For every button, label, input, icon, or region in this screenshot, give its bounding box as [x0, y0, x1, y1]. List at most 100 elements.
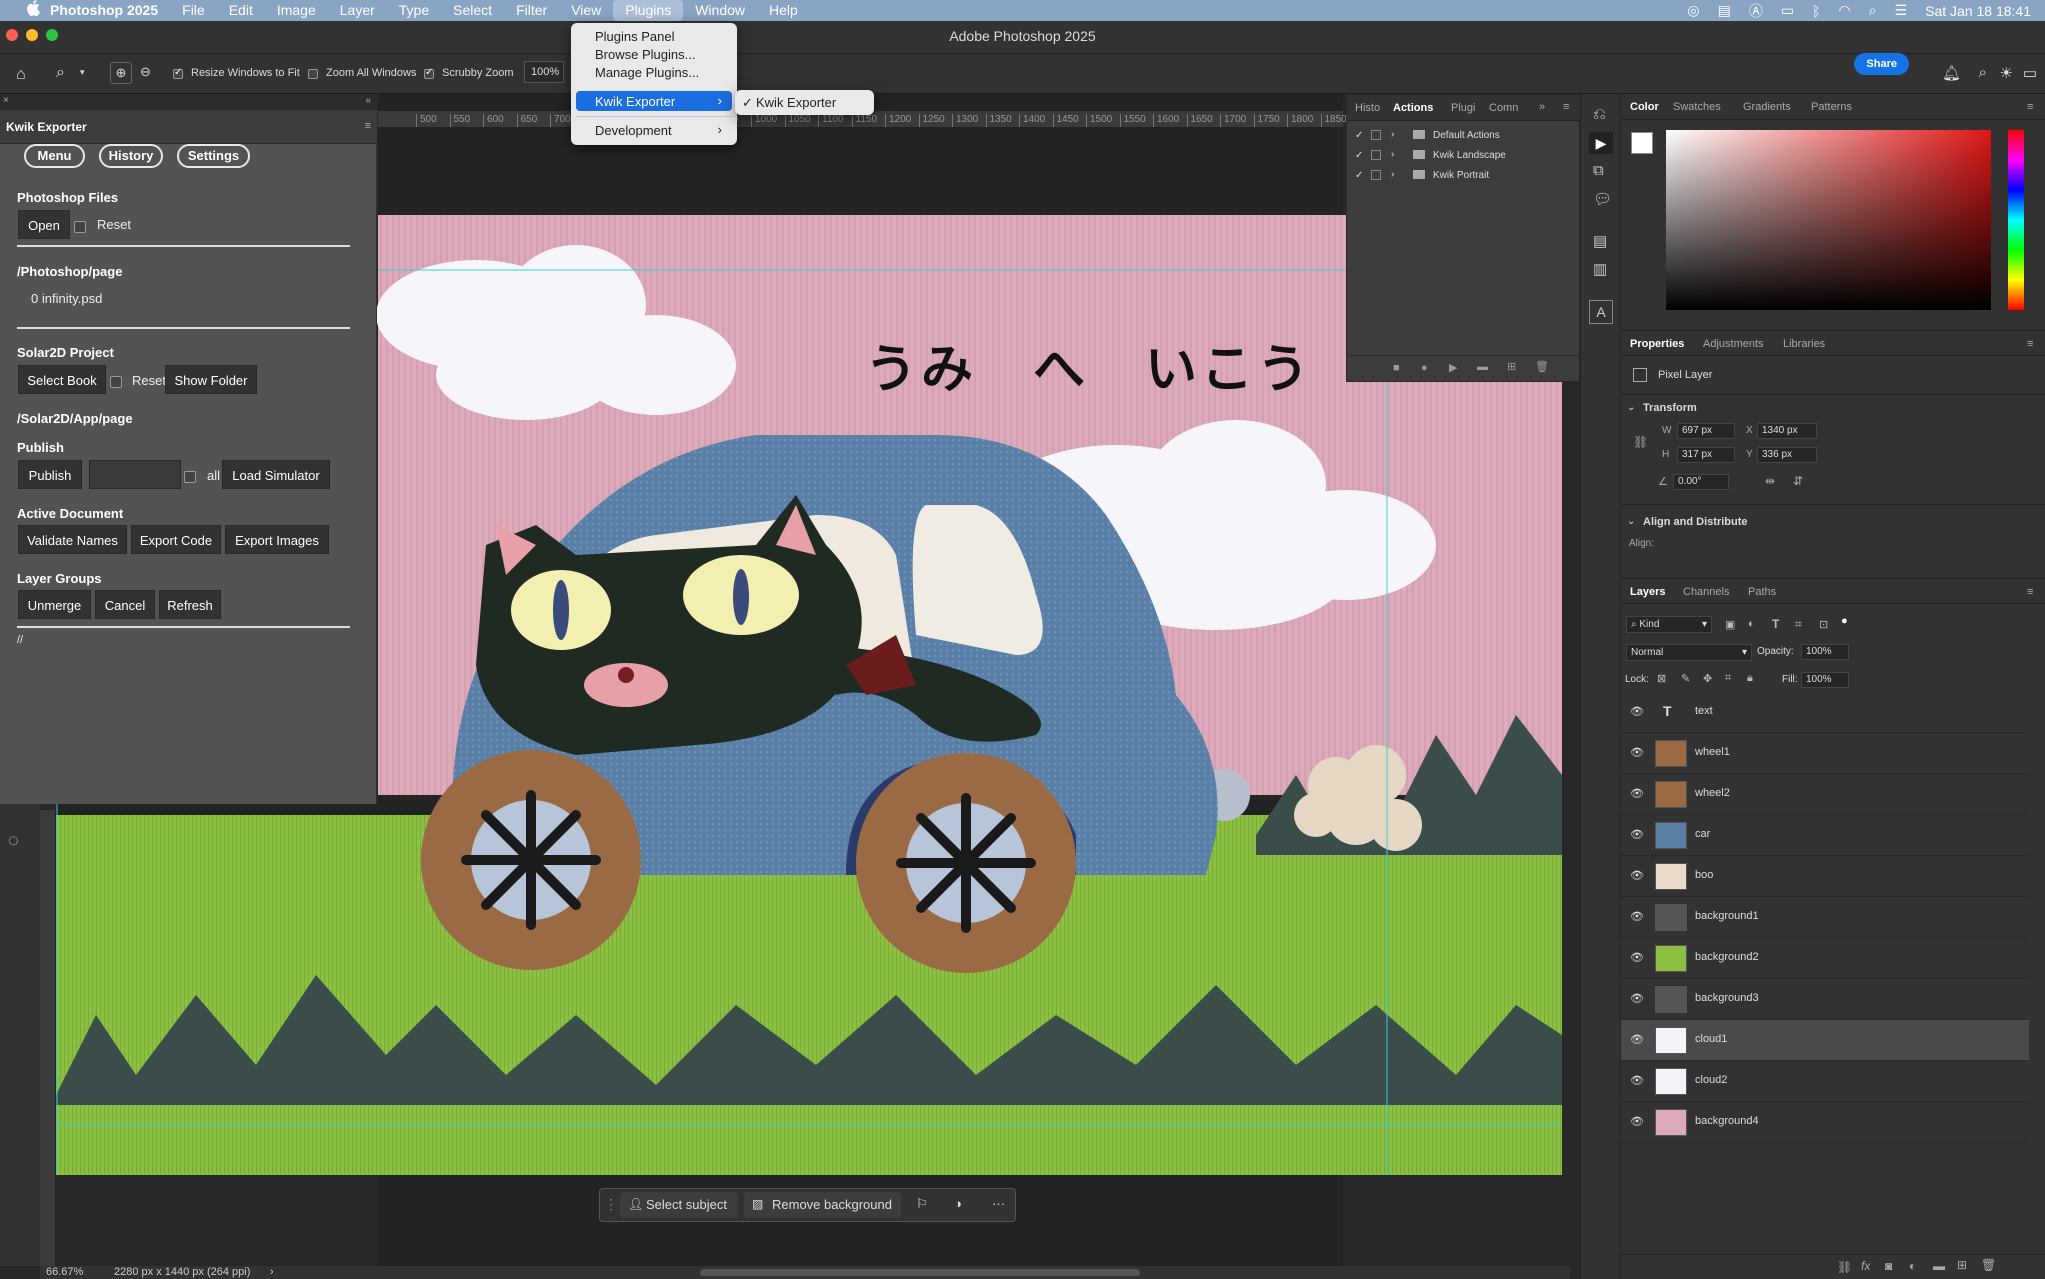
tab-plugins[interactable]: Plugi: [1451, 102, 1475, 114]
tab-swatches[interactable]: Swatches: [1673, 101, 1721, 113]
layer-filter-kind[interactable]: ⌕ Kind ▾: [1626, 616, 1712, 633]
chevron-down-icon[interactable]: ⌄: [1627, 402, 1635, 413]
dialog-toggle-icon[interactable]: [1371, 170, 1381, 180]
visibility-eye-icon[interactable]: 👁︎: [1630, 1115, 1644, 1129]
toggle-check-icon[interactable]: ✓: [1355, 150, 1363, 161]
apple-icon[interactable]: [14, 0, 40, 21]
layer-row[interactable]: 👁︎ cloud1: [1621, 1020, 2029, 1061]
panel-menu-icon[interactable]: ≡: [1563, 101, 1569, 113]
visibility-eye-icon[interactable]: 👁︎: [1630, 705, 1644, 719]
trash-icon[interactable]: 🗑︎: [1535, 360, 1549, 373]
development-menu-item[interactable]: Development ›: [576, 120, 732, 140]
panel-menu-icon[interactable]: ≡: [365, 120, 371, 132]
input-source-icon[interactable]: Ⓐ: [1749, 1, 1763, 21]
validate-names-button[interactable]: Validate Names: [18, 525, 127, 554]
history-panel-icon[interactable]: ⎌: [1593, 106, 1606, 124]
tab-properties[interactable]: Properties: [1630, 338, 1684, 350]
action-set-row[interactable]: ✓ › Kwik Portrait: [1347, 167, 1581, 187]
tab-paths[interactable]: Paths: [1748, 586, 1776, 598]
visibility-eye-icon[interactable]: 👁︎: [1630, 910, 1644, 924]
menu-view[interactable]: View: [559, 0, 613, 21]
new-set-folder-icon[interactable]: ▬: [1477, 361, 1488, 373]
new-action-icon[interactable]: ⊞: [1507, 360, 1516, 373]
menu-help[interactable]: Help: [757, 0, 810, 21]
expand-chevron-icon[interactable]: ›: [1391, 129, 1394, 140]
select-book-button[interactable]: Select Book: [18, 365, 106, 394]
tab-adjustments[interactable]: Adjustments: [1703, 338, 1764, 350]
toggle-check-icon[interactable]: ✓: [1355, 170, 1363, 181]
mask-icon[interactable]: ⚐: [916, 1196, 928, 1212]
kwik-exporter-submenu-item[interactable]: Kwik Exporter: [756, 95, 836, 110]
home-icon[interactable]: ⌂: [16, 66, 26, 84]
properties-panel-icon[interactable]: ▤: [1593, 232, 1607, 250]
plugins-panel-menu-item[interactable]: Plugins Panel: [595, 29, 675, 44]
actions-panel-icon[interactable]: ▶: [1589, 132, 1613, 154]
kwik-exporter-tab[interactable]: Kwik Exporter ≡: [0, 110, 377, 144]
tab-color[interactable]: Color: [1630, 101, 1659, 113]
load-simulator-button[interactable]: Load Simulator: [222, 460, 330, 489]
layer-row[interactable]: 👁︎ Ttext: [1621, 692, 2029, 733]
wifi-icon[interactable]: ◠: [1839, 2, 1851, 19]
layer-row[interactable]: 👁︎ car: [1621, 815, 2029, 856]
angle-field[interactable]: 0.00°: [1673, 474, 1729, 490]
workspace-icon[interactable]: ▭: [2023, 64, 2037, 82]
tab-layers[interactable]: Layers: [1630, 586, 1665, 598]
fx-icon[interactable]: fx: [1861, 1259, 1870, 1273]
discover-icon[interactable]: ☀︎: [2000, 64, 2013, 82]
zoom-all-checkbox[interactable]: [308, 68, 318, 80]
tab-channels[interactable]: Channels: [1683, 586, 1729, 598]
filter-shape-icon[interactable]: ⌗: [1795, 617, 1802, 632]
battery-icon[interactable]: ▭: [1781, 2, 1794, 19]
zoom-tool-icon[interactable]: ⌕: [56, 64, 65, 82]
notification-bell-icon[interactable]: 🔔︎: [1942, 64, 1961, 82]
flip-vertical-icon[interactable]: ⇵: [1793, 474, 1803, 488]
hue-slider[interactable]: [2008, 130, 2024, 310]
layer-row[interactable]: 👁︎ background3: [1621, 979, 2029, 1020]
cancel-button[interactable]: Cancel: [95, 590, 155, 619]
adjust-icon[interactable]: ◑: [954, 1196, 962, 1211]
refresh-button[interactable]: Refresh: [159, 590, 221, 619]
tab-actions[interactable]: Actions: [1393, 102, 1433, 114]
fill-field[interactable]: 100%: [1801, 672, 1849, 688]
publish-input[interactable]: [89, 460, 181, 489]
filter-adjustment-icon[interactable]: ◐: [1748, 618, 1755, 630]
layer-row[interactable]: 👁︎ wheel2: [1621, 774, 2029, 815]
menu-type[interactable]: Type: [387, 0, 441, 21]
tab-libraries[interactable]: Libraries: [1783, 338, 1825, 350]
layer-row[interactable]: 👁︎ wheel1: [1621, 733, 2029, 774]
menu-edit[interactable]: Edit: [217, 0, 265, 21]
chevron-right-icon[interactable]: ›: [270, 1266, 274, 1278]
bluetooth-icon[interactable]: ᛒ: [1812, 3, 1820, 19]
opacity-field[interactable]: 100%: [1801, 644, 1849, 660]
reset-project-checkbox[interactable]: [110, 373, 122, 391]
blend-mode-select[interactable]: Normal ▾: [1626, 644, 1752, 661]
toggle-check-icon[interactable]: ✓: [1355, 130, 1363, 141]
panel-expand-icon[interactable]: »: [1539, 101, 1545, 113]
align-heading[interactable]: Align and Distribute: [1643, 516, 1748, 528]
stop-icon[interactable]: ■: [1393, 362, 1400, 374]
expand-chevron-icon[interactable]: ›: [1391, 149, 1394, 160]
height-field[interactable]: 317 px: [1677, 447, 1735, 463]
select-subject-button[interactable]: 👤︎ Select subject: [620, 1192, 738, 1218]
history-button[interactable]: History: [99, 144, 163, 168]
kwik-exporter-menu-item[interactable]: Kwik Exporter ›: [576, 91, 732, 111]
new-group-icon[interactable]: ▬: [1933, 1259, 1945, 1273]
panel-menu-icon[interactable]: ≡: [2027, 101, 2033, 113]
publish-button[interactable]: Publish: [18, 460, 82, 489]
flip-horizontal-icon[interactable]: ⇹: [1765, 474, 1775, 488]
filter-pixel-icon[interactable]: ▣: [1725, 618, 1735, 631]
manage-plugins-menu-item[interactable]: Manage Plugins...: [595, 65, 699, 80]
action-set-row[interactable]: ✓ › Kwik Landscape: [1347, 147, 1581, 167]
visibility-eye-icon[interactable]: 👁︎: [1630, 992, 1644, 1006]
layer-row[interactable]: 👁︎ background2: [1621, 938, 2029, 979]
zoom-out-icon[interactable]: ⊖: [140, 64, 151, 80]
share-button[interactable]: Share: [1854, 53, 1909, 75]
y-field[interactable]: 336 px: [1757, 447, 1817, 463]
dialog-toggle-icon[interactable]: [1371, 150, 1381, 160]
layer-row[interactable]: 👁︎ boo: [1621, 856, 2029, 897]
open-button[interactable]: Open: [18, 210, 70, 239]
unmerge-button[interactable]: Unmerge: [18, 590, 91, 619]
lock-transparent-icon[interactable]: ⊠: [1657, 672, 1666, 685]
visibility-eye-icon[interactable]: 👁︎: [1630, 828, 1644, 842]
menu-window[interactable]: Window: [683, 0, 757, 21]
